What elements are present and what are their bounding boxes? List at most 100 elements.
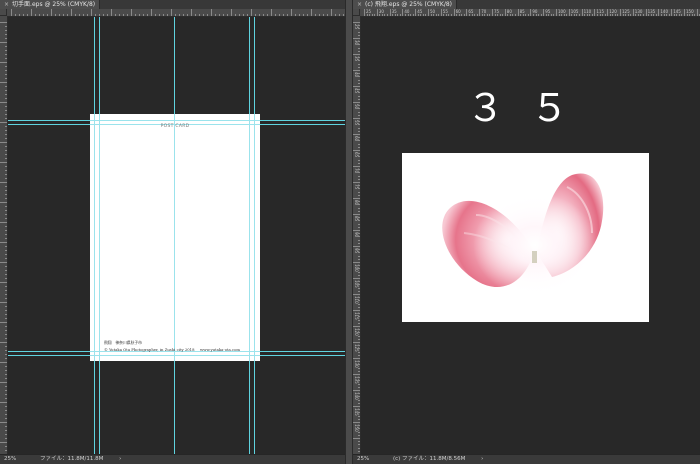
right-horizontal-ruler[interactable]: 25 30 35 40 45 50 55 60 65 70 75 80 85 90 95 100 105 110 1… (360, 9, 700, 17)
ruler-minor-tick (589, 14, 591, 16)
left-document-tab[interactable]: × 切手面.eps @ 25% (CMYK/8) (0, 0, 101, 9)
window-split-divider[interactable] (345, 0, 353, 464)
ruler-minor-tick (358, 255, 360, 257)
ruler-tick (492, 9, 493, 16)
postcard-guide (254, 114, 255, 361)
ruler-minor-tick (571, 14, 573, 16)
ruler-minor-tick (358, 47, 360, 49)
ruler-minor-tick (358, 351, 360, 353)
right-vertical-ruler[interactable]: 25 30 35 40 45 50 55 60 65 70 75 80 85 90 95 100 105 110 1… (353, 16, 361, 455)
ruler-minor-tick (107, 14, 108, 16)
right-status-menu-icon[interactable]: › (481, 456, 483, 462)
right-document-window[interactable]: × (c) 飛翔.eps @ 25% (CMYK/8) 25 30 35 40 45 50 5… (353, 0, 700, 464)
right-tab-close-icon[interactable]: × (357, 1, 362, 8)
ruler-tick (353, 374, 360, 375)
left-horizontal-ruler[interactable] (7, 9, 345, 17)
ruler-tick (353, 294, 360, 295)
ruler-tick (0, 22, 7, 23)
left-tab-title: 切手面.eps @ 25% (CMYK/8) (12, 1, 96, 8)
ruler-minor-tick (5, 250, 7, 251)
ruler-minor-tick (127, 14, 128, 16)
ruler-minor-tick (358, 268, 360, 270)
ruler-tick (568, 9, 570, 16)
ruler-tick (353, 102, 360, 103)
ruler-minor-tick (5, 434, 7, 435)
ruler-tick (0, 222, 7, 223)
ruler-tick (0, 262, 7, 263)
ruler-minor-tick (468, 14, 470, 16)
ruler-minor-tick (5, 190, 7, 191)
ruler-minor-tick (561, 14, 563, 16)
left-status-menu-icon[interactable]: › (119, 456, 121, 462)
ruler-minor-tick (417, 14, 419, 16)
ruler-minor-tick (358, 393, 360, 395)
ruler-minor-tick (5, 418, 7, 419)
ruler-minor-tick (358, 441, 360, 443)
ruler-minor-tick (343, 14, 344, 16)
ruler-minor-tick (358, 332, 360, 334)
ruler-minor-tick (5, 174, 7, 175)
left-vertical-ruler[interactable] (0, 16, 8, 455)
ruler-minor-tick (358, 108, 360, 110)
ruler-minor-tick (5, 326, 7, 327)
ruler-tick (251, 9, 252, 16)
ruler-minor-tick (515, 14, 517, 16)
right-status-bar: 25% (c) ファイル：11.8M/8.56M › (353, 454, 700, 464)
ruler-minor-tick (275, 14, 276, 16)
ruler-minor-tick (358, 348, 360, 350)
ruler-minor-tick (573, 14, 575, 16)
ruler-minor-tick (584, 14, 586, 16)
ruler-tick (353, 310, 360, 311)
right-ruler-origin[interactable] (353, 9, 360, 16)
ruler-tick (171, 9, 172, 16)
ruler-minor-tick (358, 303, 360, 305)
ruler-minor-tick (448, 14, 450, 16)
ruler-tick (353, 358, 360, 359)
ruler-minor-tick (358, 188, 360, 190)
ruler-tick (31, 9, 32, 16)
left-canvas[interactable]: POST CARD 飛翔 神奈川県秋子市 © Yutaka Ota Photog… (8, 17, 345, 455)
ruler-tick (151, 9, 152, 16)
ruler-minor-tick (358, 444, 360, 446)
ruler-minor-tick (681, 14, 683, 16)
ruler-tick (0, 142, 7, 143)
left-ruler-origin[interactable] (0, 9, 7, 16)
ruler-minor-tick (5, 390, 7, 391)
ruler-tick (353, 422, 360, 423)
ruler-minor-tick (579, 14, 581, 16)
ruler-tick (543, 9, 545, 16)
ruler-tick (91, 9, 92, 16)
ruler-minor-tick (358, 178, 360, 180)
ruler-tick (353, 214, 360, 215)
ruler-minor-tick (5, 166, 7, 167)
ruler-minor-tick (358, 322, 360, 324)
ruler-minor-tick (5, 446, 7, 447)
ruler-minor-tick (327, 14, 328, 16)
ruler-minor-tick (507, 14, 509, 16)
right-document-tab[interactable]: × (c) 飛翔.eps @ 25% (CMYK/8) (353, 0, 457, 9)
ruler-tick (684, 9, 685, 16)
ruler-minor-tick (5, 218, 7, 219)
ruler-minor-tick (103, 14, 104, 16)
ruler-tick (353, 342, 360, 343)
right-tab-title: (c) 飛翔.eps @ 25% (CMYK/8) (365, 1, 452, 8)
left-zoom-level[interactable]: 25% (4, 456, 16, 462)
right-canvas[interactable]: ３５ (361, 17, 700, 455)
ruler-minor-tick (358, 60, 360, 62)
ruler-minor-tick (358, 284, 360, 286)
ruler-minor-tick (635, 14, 637, 16)
ruler-minor-tick (358, 271, 360, 273)
ruler-minor-tick (358, 418, 360, 420)
ruler-minor-tick (486, 14, 488, 16)
ruler-minor-tick (404, 14, 406, 16)
ruler-tick (0, 342, 7, 343)
left-tab-close-icon[interactable]: × (4, 1, 9, 8)
ruler-tick (364, 9, 365, 16)
ruler-minor-tick (358, 290, 360, 292)
ruler-minor-tick (5, 98, 7, 99)
ruler-tick (0, 102, 7, 103)
ruler-minor-tick (358, 130, 360, 132)
right-zoom-level[interactable]: 25% (357, 456, 369, 462)
left-document-window[interactable]: × 切手面.eps @ 25% (CMYK/8) POST CARD 飛翔 神奈川… (0, 0, 345, 464)
ruler-tick (353, 230, 360, 231)
